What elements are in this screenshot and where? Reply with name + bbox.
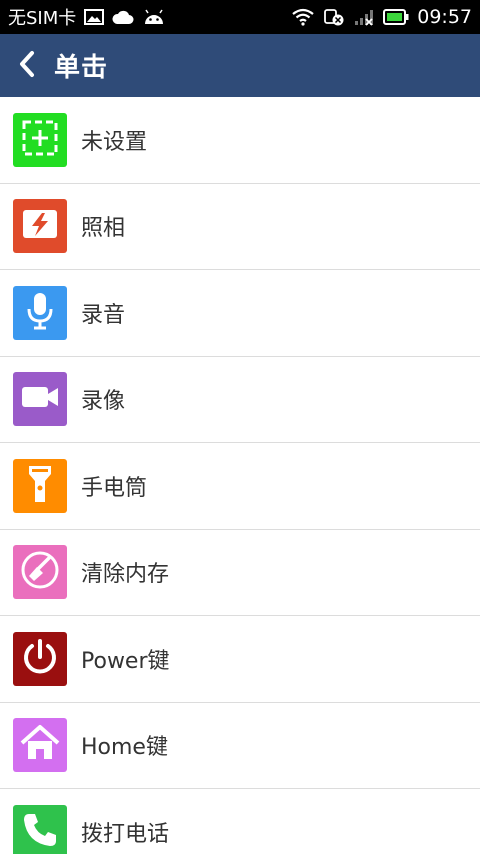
page-title: 单击 <box>54 53 109 83</box>
android-icon <box>142 8 166 26</box>
list-item-label: 照相 <box>81 216 126 242</box>
back-button[interactable] <box>0 34 54 97</box>
battery-icon <box>383 9 409 25</box>
cloud-icon <box>112 9 134 25</box>
list-item-clear-memory[interactable]: 清除内存 <box>0 530 480 616</box>
list-item-camera[interactable]: 照相 <box>0 184 480 270</box>
chevron-left-icon <box>17 50 37 82</box>
list-item-label: 录像 <box>81 389 126 415</box>
tile-record-audio <box>13 285 67 340</box>
tile-record-video <box>13 372 67 427</box>
add-icon <box>21 119 59 161</box>
flashlight-icon <box>26 463 54 509</box>
tile-clear-memory <box>13 545 67 600</box>
phone-icon <box>21 811 59 853</box>
tile-power-key <box>13 631 67 686</box>
tile-camera <box>13 199 67 254</box>
tile-flashlight <box>13 458 67 513</box>
video-camera-icon <box>20 382 60 416</box>
power-icon <box>20 637 60 681</box>
image-icon <box>84 9 105 25</box>
status-bar: 无SIM卡 09:57 <box>0 0 480 34</box>
list-item-unset[interactable]: 未设置 <box>0 97 480 184</box>
list-item-label: Home键 <box>81 735 168 761</box>
list-item-home-key[interactable]: Home键 <box>0 703 480 789</box>
list-item-record-video[interactable]: 录像 <box>0 357 480 443</box>
list-item-flashlight[interactable]: 手电筒 <box>0 443 480 530</box>
broom-icon <box>19 549 61 595</box>
action-list: 未设置 照相 录音 录像 手电筒 清除内存 Power键 Home键 拨打电话 <box>0 97 480 854</box>
list-item-record-audio[interactable]: 录音 <box>0 270 480 357</box>
list-item-label: 录音 <box>81 302 126 328</box>
signal-off-icon <box>353 8 375 26</box>
sync-error-icon <box>323 8 345 26</box>
list-item-make-call[interactable]: 拨打电话 <box>0 789 480 854</box>
carrier-text: 无SIM卡 <box>8 8 77 29</box>
list-item-power-key[interactable]: Power键 <box>0 616 480 703</box>
tile-unset <box>13 112 67 167</box>
list-item-label: 未设置 <box>81 129 148 155</box>
list-item-label: 清除内存 <box>81 562 170 588</box>
tile-make-call <box>13 804 67 854</box>
home-icon <box>19 724 61 766</box>
list-item-label: 手电筒 <box>81 475 148 501</box>
wifi-icon <box>291 8 315 26</box>
microphone-icon <box>25 291 55 335</box>
app-header: 单击 <box>0 34 480 97</box>
tile-home-key <box>13 718 67 773</box>
list-item-label: 拨打电话 <box>81 821 170 847</box>
flash-icon <box>20 206 60 246</box>
list-item-label: Power键 <box>81 648 170 674</box>
clock: 09:57 <box>417 6 472 28</box>
